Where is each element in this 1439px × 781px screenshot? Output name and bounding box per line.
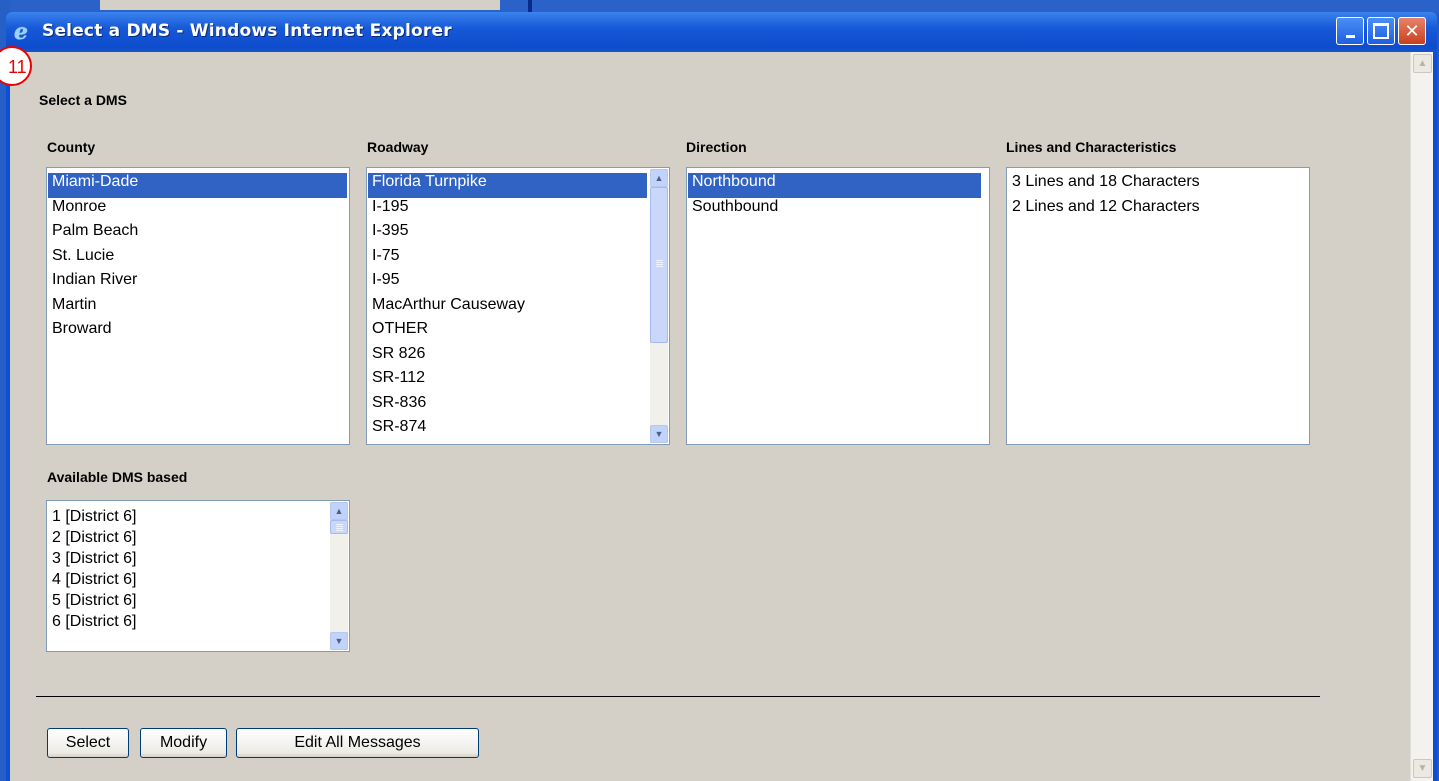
roadway-option[interactable]: I-395 [368,222,647,247]
edit-all-messages-button[interactable]: Edit All Messages [236,728,479,758]
internet-explorer-icon: e [14,19,28,45]
county-option[interactable]: Palm Beach [48,222,347,247]
dms-scrollbar[interactable]: ▲ ▼ [330,502,348,650]
roadway-option[interactable]: MacArthur Causeway [368,296,647,321]
page-content: 11 Select a DMS County Roadway Direction… [0,46,1433,781]
chevron-up-icon[interactable]: ▲ [650,169,668,187]
dms-option[interactable]: 2 [District 6] [48,527,327,548]
county-label: County [47,139,96,155]
direction-listbox[interactable]: Northbound Southbound [686,167,990,445]
direction-option[interactable]: Northbound [688,173,981,198]
roadway-scrollbar[interactable]: ▲ ▼ [650,169,668,443]
chevron-up-icon[interactable]: ▲ [1413,54,1432,73]
page-scrollbar[interactable]: ▲ ▼ [1410,52,1433,781]
chevron-down-icon[interactable]: ▼ [1413,759,1432,778]
dms-option[interactable]: 1 [District 6] [48,506,327,527]
roadway-option[interactable]: SR-874 [368,418,647,443]
county-option[interactable]: St. Lucie [48,247,347,272]
roadway-option[interactable]: OTHER [368,320,647,345]
lines-label: Lines and Characteristics [1006,139,1177,155]
dms-option[interactable]: 5 [District 6] [48,590,327,611]
direction-label: Direction [686,139,747,155]
minimize-button[interactable] [1336,17,1364,45]
step-marker-number: 11 [8,57,27,77]
available-dms-label: Available DMS based [47,469,188,485]
background-window-strip [100,0,500,10]
dms-option[interactable]: 4 [District 6] [48,569,327,590]
county-option[interactable]: Monroe [48,198,347,223]
roadway-option[interactable]: SR-836 [368,394,647,419]
modify-button[interactable]: Modify [140,728,227,758]
roadway-option[interactable]: SR-112 [368,369,647,394]
county-option[interactable]: Miami-Dade [48,173,347,198]
roadway-option[interactable]: I-75 [368,247,647,272]
dms-option[interactable]: 6 [District 6] [48,611,327,632]
ie-window: e Select a DMS - Windows Internet Explor… [0,12,1437,781]
county-option[interactable]: Martin [48,296,347,321]
lines-listbox[interactable]: 3 Lines and 18 Characters 2 Lines and 12… [1006,167,1310,445]
dms-scroll-thumb[interactable] [330,520,348,534]
lines-option[interactable]: 3 Lines and 18 Characters [1008,173,1307,198]
window-title: Select a DMS - Windows Internet Explorer [42,21,452,41]
divider [36,696,1320,697]
roadway-option[interactable]: I-195 [368,198,647,223]
direction-option[interactable]: Southbound [688,198,981,223]
step-marker: 11 [0,46,32,86]
dms-option[interactable]: 3 [District 6] [48,548,327,569]
page-title: Select a DMS [39,92,127,108]
roadway-option[interactable]: SR 826 [368,345,647,370]
county-option[interactable]: Broward [48,320,347,345]
roadway-option[interactable]: Florida Turnpike [368,173,647,198]
chevron-down-icon[interactable]: ▼ [330,632,348,650]
roadway-label: Roadway [367,139,429,155]
roadway-listbox[interactable]: Florida Turnpike I-195 I-395 I-75 I-95 M… [366,167,670,445]
chevron-up-icon[interactable]: ▲ [330,502,348,520]
chevron-down-icon[interactable]: ▼ [650,425,668,443]
roadway-scroll-thumb[interactable] [650,187,668,343]
minimize-icon [1345,34,1355,38]
grip-icon [336,524,343,525]
select-button[interactable]: Select [47,728,129,758]
county-listbox[interactable]: Miami-Dade Monroe Palm Beach St. Lucie I… [46,167,350,445]
maximize-icon [1373,23,1389,39]
maximize-button[interactable] [1367,17,1395,45]
lines-option[interactable]: 2 Lines and 12 Characters [1008,198,1307,223]
available-dms-listbox[interactable]: 1 [District 6] 2 [District 6] 3 [Distric… [46,500,350,652]
county-option[interactable]: Indian River [48,271,347,296]
grip-icon [656,260,663,261]
title-bar[interactable]: e Select a DMS - Windows Internet Explor… [6,12,1437,52]
close-button[interactable]: ✕ [1398,17,1426,45]
close-icon: ✕ [1404,20,1420,42]
roadway-option[interactable]: I-95 [368,271,647,296]
